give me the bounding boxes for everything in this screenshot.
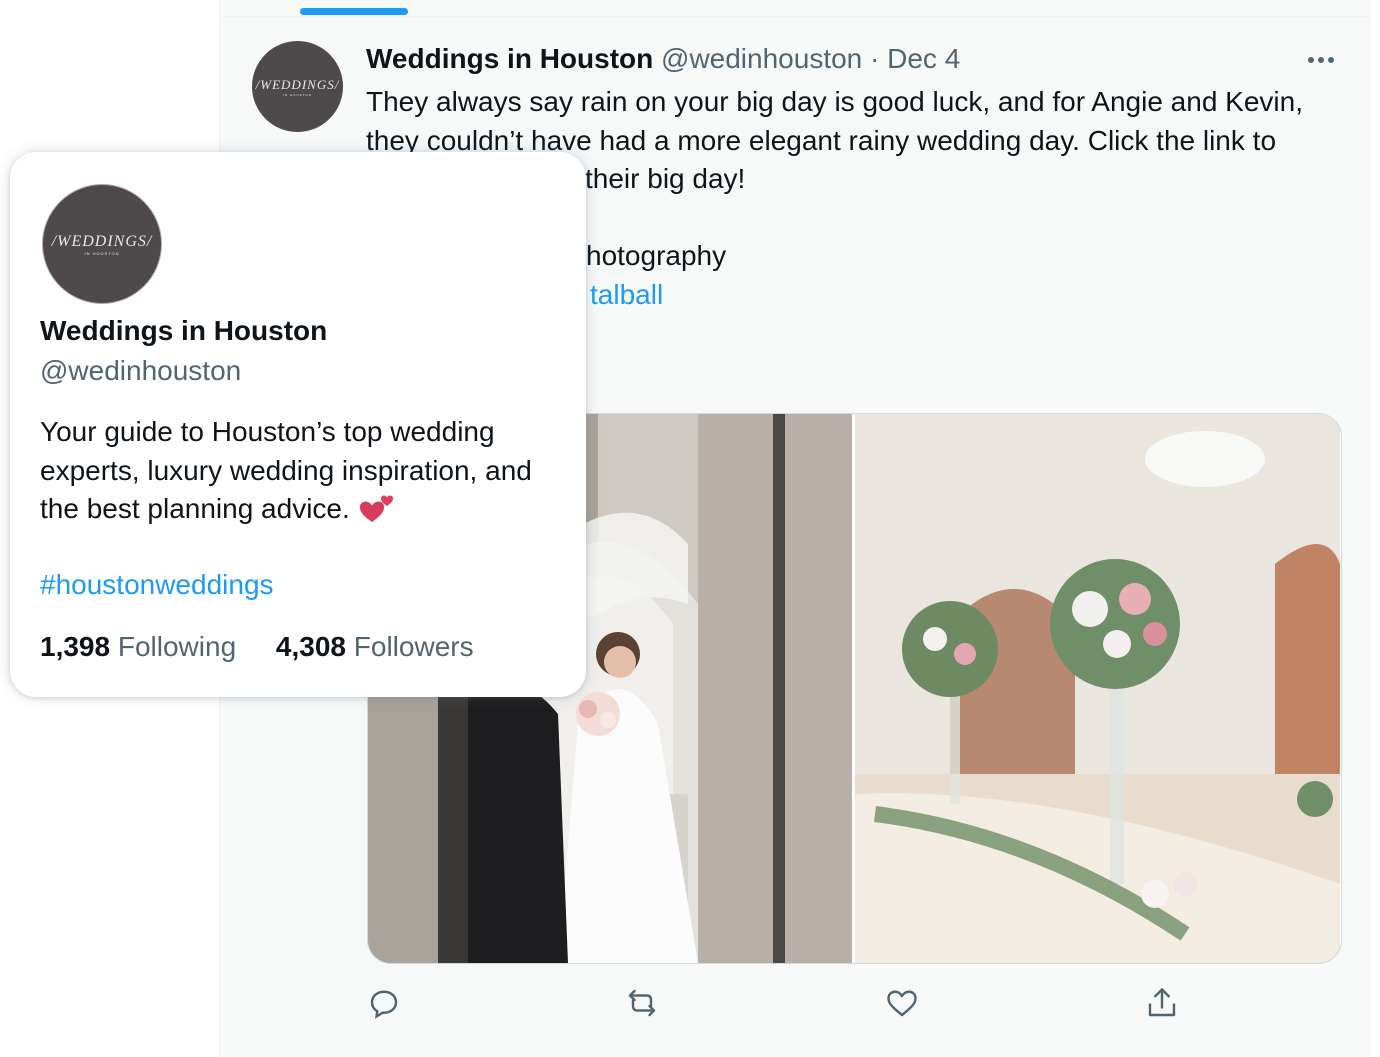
profile-bio-line: the best planning advice. (40, 493, 350, 524)
profile-hover-card: /WEDDINGS/ IN HOUSTON Weddings in Housto… (10, 152, 586, 697)
tweet-actions (366, 985, 1186, 1025)
tweet-meta-separator: · (870, 43, 880, 74)
reply-icon[interactable] (366, 985, 406, 1025)
profile-name[interactable]: Weddings in Houston (40, 312, 327, 350)
like-icon[interactable] (884, 985, 924, 1025)
profile-avatar[interactable]: /WEDDINGS/ IN HOUSTON (42, 184, 162, 304)
profile-handle[interactable]: @wedinhouston (40, 352, 241, 390)
profile-bio-line: Your guide to Houston’s top wedding (40, 416, 495, 447)
avatar-logo-text: /WEDDINGS/ (51, 232, 153, 250)
following-count: 1,398 (40, 631, 111, 662)
two-hearts-emoji-icon (359, 495, 393, 522)
avatar-logo-subtext: IN HOUSTON (84, 250, 120, 256)
tab-bar (220, 0, 1371, 17)
profile-hashtag-link[interactable]: #houstonweddings (40, 566, 274, 604)
tweet-text-line: They always say rain on your big day is … (366, 86, 1303, 117)
tweet-date[interactable]: Dec 4 (887, 43, 960, 74)
tweet-header: Weddings in Houston @wedinhouston · Dec … (366, 40, 960, 78)
profile-bio: Your guide to Houston’s top wedding expe… (40, 413, 570, 529)
followers-count: 4,308 (275, 631, 346, 662)
following-stat[interactable]: 1,398 Following (40, 628, 236, 666)
share-icon[interactable] (1144, 985, 1184, 1025)
followers-stat[interactable]: 4,308 Followers (276, 628, 474, 666)
tweet-author-handle[interactable]: @wedinhouston (661, 43, 862, 74)
followers-label: Followers (353, 631, 474, 662)
avatar-logo-text: /WEDDINGS/ (255, 76, 340, 92)
following-label: Following (117, 631, 237, 662)
right-gutter (1371, 0, 1380, 1057)
retweet-icon[interactable] (624, 985, 664, 1025)
more-options-icon[interactable] (1300, 50, 1342, 70)
tweet-author-name[interactable]: Weddings in Houston (366, 43, 653, 74)
tweet-author-avatar[interactable]: /WEDDINGS/ IN HOUSTON (252, 41, 343, 132)
profile-stats: 1,398 Following 4,308 Followers (40, 628, 474, 666)
profile-bio-line: experts, luxury wedding inspiration, and (40, 454, 532, 486)
avatar-logo-subtext: IN HOUSTON (283, 92, 312, 97)
reception-tables-photo[interactable] (855, 414, 1340, 963)
active-tab-indicator (300, 8, 408, 15)
